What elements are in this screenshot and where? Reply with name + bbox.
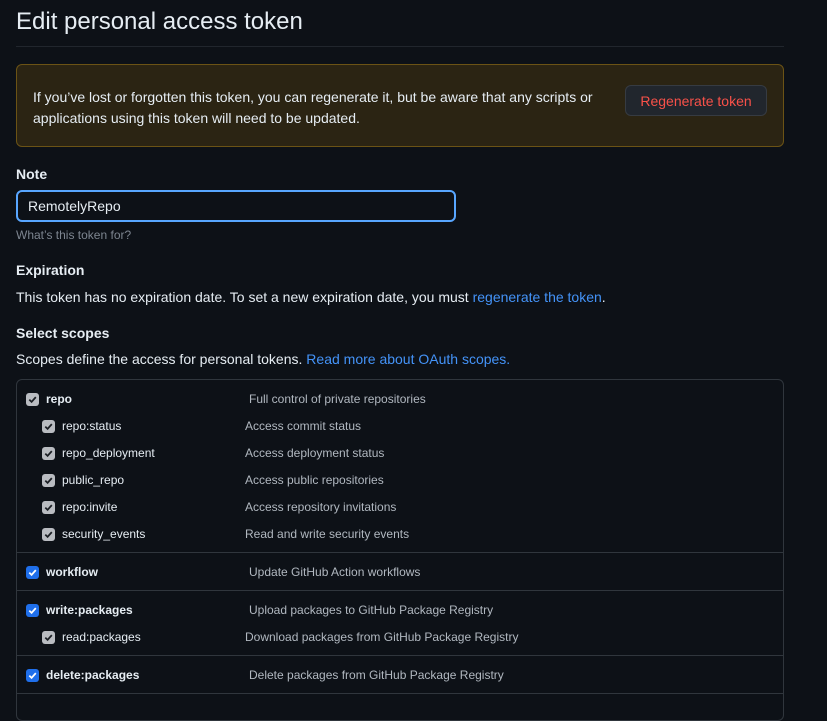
scope-group-divider bbox=[17, 590, 783, 591]
expiration-text: This token has no expiration date. To se… bbox=[16, 289, 606, 305]
scope-group-divider bbox=[17, 552, 783, 553]
note-input[interactable] bbox=[16, 190, 456, 222]
checkbox-security-events[interactable] bbox=[42, 528, 55, 541]
check-icon bbox=[44, 504, 53, 512]
note-label: Note bbox=[16, 166, 48, 182]
select-scopes-label: Select scopes bbox=[16, 325, 110, 341]
scope-name-repo-status: repo:status bbox=[62, 419, 122, 433]
scope-row-repo-deployment: repo_deployment Access deployment status bbox=[17, 444, 783, 464]
scopes-description: Scopes define the access for personal to… bbox=[16, 351, 510, 367]
scope-name-public-repo: public_repo bbox=[62, 473, 125, 487]
scope-desc-write-packages: Upload packages to GitHub Package Regist… bbox=[249, 603, 494, 617]
scope-group-divider bbox=[17, 693, 783, 694]
warning-text: If you’ve lost or forgotten this token, … bbox=[33, 89, 593, 126]
checkbox-workflow[interactable] bbox=[26, 566, 39, 579]
scope-row-read-packages: read:packages Download packages from Git… bbox=[17, 628, 783, 648]
regenerate-token-button[interactable]: Regenerate token bbox=[625, 85, 767, 116]
checkbox-repo-deployment[interactable] bbox=[42, 447, 55, 460]
title-divider bbox=[16, 46, 784, 47]
scope-desc-delete-packages: Delete packages from GitHub Package Regi… bbox=[249, 668, 504, 682]
scope-group-divider bbox=[17, 655, 783, 656]
check-icon bbox=[28, 396, 37, 404]
expiration-message: This token has no expiration date. To se… bbox=[16, 289, 469, 305]
check-icon bbox=[44, 634, 53, 642]
scope-name-repo-invite: repo:invite bbox=[62, 500, 118, 514]
check-icon bbox=[44, 450, 53, 458]
scope-row-security-events: security_events Read and write security … bbox=[17, 525, 783, 545]
scope-name-write-packages: write:packages bbox=[46, 603, 133, 617]
scope-row-delete-packages: delete:packages Delete packages from Git… bbox=[17, 666, 783, 686]
scope-desc-repo-status: Access commit status bbox=[245, 419, 362, 433]
checkbox-write-packages[interactable] bbox=[26, 604, 39, 617]
checkbox-repo[interactable] bbox=[26, 393, 39, 406]
scope-desc-read-packages: Download packages from GitHub Package Re… bbox=[245, 630, 519, 644]
check-icon bbox=[28, 672, 37, 680]
scope-row-public-repo: public_repo Access public repositories bbox=[17, 471, 783, 491]
scope-desc-repo: Full control of private repositories bbox=[249, 392, 426, 406]
scopes-list: repo Full control of private repositorie… bbox=[16, 379, 784, 721]
note-hint: What’s this token for? bbox=[16, 228, 132, 242]
checkbox-delete-packages[interactable] bbox=[26, 669, 39, 682]
expiration-label: Expiration bbox=[16, 262, 85, 278]
oauth-scopes-link[interactable]: Read more about OAuth scopes. bbox=[306, 351, 510, 367]
expiration-suffix: . bbox=[601, 289, 606, 305]
scope-name-security-events: security_events bbox=[62, 527, 146, 541]
scope-row-write-packages: write:packages Upload packages to GitHub… bbox=[17, 601, 783, 621]
page-title: Edit personal access token bbox=[16, 8, 303, 35]
check-icon bbox=[44, 531, 53, 539]
scopes-text: Scopes define the access for personal to… bbox=[16, 351, 303, 367]
scope-desc-repo-deployment: Access deployment status bbox=[245, 446, 385, 460]
scope-desc-security-events: Read and write security events bbox=[245, 527, 410, 541]
check-icon bbox=[44, 477, 53, 485]
scope-row-repo-invite: repo:invite Access repository invitation… bbox=[17, 498, 783, 518]
scope-name-delete-packages: delete:packages bbox=[46, 668, 140, 682]
scope-name-repo-deployment: repo_deployment bbox=[62, 446, 155, 460]
checkbox-repo-status[interactable] bbox=[42, 420, 55, 433]
scope-row-workflow: workflow Update GitHub Action workflows bbox=[17, 563, 783, 583]
scope-name-read-packages: read:packages bbox=[62, 630, 141, 644]
check-icon bbox=[28, 607, 37, 615]
check-icon bbox=[28, 569, 37, 577]
scope-desc-public-repo: Access public repositories bbox=[245, 473, 384, 487]
checkbox-read-packages[interactable] bbox=[42, 631, 55, 644]
scope-name-workflow: workflow bbox=[46, 565, 99, 579]
checkbox-public-repo[interactable] bbox=[42, 474, 55, 487]
regenerate-warning-flash: If you’ve lost or forgotten this token, … bbox=[16, 64, 784, 147]
scope-desc-workflow: Update GitHub Action workflows bbox=[249, 565, 421, 579]
scope-row-repo: repo Full control of private repositorie… bbox=[17, 390, 783, 410]
regenerate-token-link[interactable]: regenerate the token bbox=[473, 289, 602, 305]
checkbox-repo-invite[interactable] bbox=[42, 501, 55, 514]
scope-name-repo: repo bbox=[46, 392, 73, 406]
scope-desc-repo-invite: Access repository invitations bbox=[245, 500, 397, 514]
check-icon bbox=[44, 423, 53, 431]
scope-row-repo-status: repo:status Access commit status bbox=[17, 417, 783, 437]
